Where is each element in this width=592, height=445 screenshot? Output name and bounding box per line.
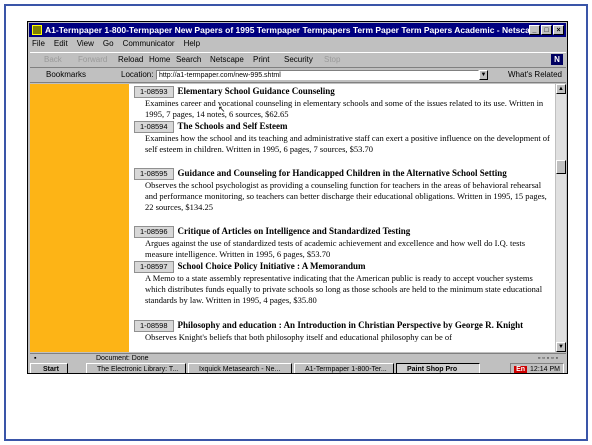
paper-description: A Memo to a state assembly representativ… — [145, 273, 543, 305]
taskbar-item[interactable]: The Electronic Library: T... — [86, 363, 186, 373]
print-button[interactable]: Print — [253, 53, 269, 67]
paper-title: School Choice Policy Initiative : A Memo… — [177, 261, 366, 271]
paper-title: The Schools and Self Esteem — [177, 121, 288, 131]
stop-button[interactable]: Stop — [324, 53, 340, 67]
netscape-button[interactable]: Netscape — [210, 53, 244, 67]
home-button[interactable]: Home — [149, 53, 170, 67]
close-button[interactable]: × — [553, 25, 564, 35]
location-toolbar: Bookmarks Location: http://a1-termpaper.… — [30, 68, 566, 83]
menu-bar: File Edit View Go Communicator Help — [30, 38, 566, 50]
page-sidebar-stripe — [30, 84, 129, 352]
url-dropdown-icon[interactable]: ▼ — [479, 70, 488, 80]
scroll-thumb[interactable] — [556, 160, 566, 174]
status-bar: ▪ Document: Done ▫ ▫ ▫ ▫ ▫ — [30, 353, 566, 363]
menu-edit[interactable]: Edit — [54, 39, 68, 48]
language-indicator[interactable]: En — [514, 366, 528, 373]
paper-id[interactable]: 1-08597 — [134, 261, 174, 273]
list-item: 1-08596 Critique of Articles on Intellige… — [134, 226, 554, 260]
paper-description: Examines career and vocational counselin… — [145, 98, 544, 119]
title-bar[interactable]: A1-Termpaper 1-800-Termpaper New Papers … — [29, 23, 566, 37]
netscape-window-icon — [32, 25, 42, 35]
navigation-toolbar: Back Forward Reload Home Search Netscape… — [30, 52, 566, 68]
list-item: 1-08595 Guidance and Counseling for Handi… — [129, 168, 554, 213]
bookmarks-button[interactable]: Bookmarks — [46, 68, 86, 82]
system-tray: En 12:14 PM — [510, 363, 564, 373]
forward-button[interactable]: Forward — [78, 53, 107, 67]
paper-id[interactable]: 1-08596 — [134, 226, 174, 238]
paper-title: Philosophy and education : An Introducti… — [177, 320, 524, 330]
clock[interactable]: 12:14 PM — [530, 366, 560, 373]
paper-description: Observes Knight's beliefs that both phil… — [145, 332, 453, 342]
security-lock-icon[interactable]: ▪ — [34, 354, 36, 363]
component-bar-icons[interactable]: ▫ ▫ ▫ ▫ ▫ — [538, 354, 558, 363]
window-controls: _ □ × — [529, 25, 564, 35]
paper-id[interactable]: 1-08598 — [134, 320, 174, 332]
reload-button[interactable]: Reload — [118, 53, 143, 67]
vertical-scrollbar[interactable]: ▲ ▼ — [555, 84, 566, 352]
page-content: 1-08593 Elementary School Guidance Counse… — [30, 84, 566, 352]
paper-title: Critique of Articles on Intelligence and… — [177, 226, 411, 236]
taskbar-item[interactable]: Ixquick Metasearch - Ne... — [188, 363, 292, 373]
maximize-button[interactable]: □ — [541, 25, 552, 35]
menu-go[interactable]: Go — [103, 39, 114, 48]
url-input[interactable]: http://a1-termpaper.com/new-995.shtml — [156, 70, 479, 80]
paper-description: Examines how the school and its teaching… — [145, 133, 550, 154]
list-item: 1-08594 The Schools and Self Esteem Exami… — [134, 121, 554, 155]
slide-background: A1-Termpaper 1-800-Termpaper New Papers … — [0, 0, 592, 445]
paper-description: Argues against the use of standardized t… — [145, 238, 526, 259]
security-button[interactable]: Security — [284, 53, 313, 67]
paper-title: Guidance and Counseling for Handicapped … — [177, 168, 507, 178]
list-item: 1-08597 School Choice Policy Initiative :… — [134, 261, 554, 306]
taskbar-item[interactable]: A1-Termpaper 1-800-Ter... — [294, 363, 394, 373]
list-item: 1-08598 Philosophy and education : An Int… — [129, 320, 523, 343]
whats-related-button[interactable]: What's Related — [508, 68, 562, 82]
paper-description: Observes the school psychologist as prov… — [145, 180, 547, 212]
search-button[interactable]: Search — [176, 53, 201, 67]
paper-id[interactable]: 1-08593 — [134, 86, 174, 98]
minimize-button[interactable]: _ — [529, 25, 540, 35]
menu-help[interactable]: Help — [184, 39, 200, 48]
paper-id[interactable]: 1-08594 — [134, 121, 174, 133]
windows-taskbar: Start The Electronic Library: T... Ixqui… — [30, 363, 566, 373]
menu-view[interactable]: View — [77, 39, 94, 48]
status-text: Document: Done — [96, 355, 149, 362]
paper-title: Elementary School Guidance Counseling — [177, 86, 335, 96]
start-button[interactable]: Start — [30, 363, 68, 373]
netscape-logo-icon[interactable]: N — [551, 54, 563, 65]
window-title: A1-Termpaper 1-800-Termpaper New Papers … — [45, 25, 540, 35]
browser-window: A1-Termpaper 1-800-Termpaper New Papers … — [27, 21, 568, 374]
menu-communicator[interactable]: Communicator — [123, 39, 175, 48]
list-item: 1-08593 Elementary School Guidance Counse… — [134, 86, 554, 120]
scroll-up-icon[interactable]: ▲ — [556, 84, 566, 94]
location-label: Location: — [121, 70, 154, 79]
mouse-cursor-icon: ↖ — [218, 104, 226, 114]
scroll-down-icon[interactable]: ▼ — [556, 342, 566, 352]
menu-file[interactable]: File — [32, 39, 45, 48]
back-button[interactable]: Back — [44, 53, 62, 67]
paper-id[interactable]: 1-08595 — [134, 168, 174, 180]
taskbar-item-active[interactable]: Paint Shop Pro — [396, 363, 480, 373]
